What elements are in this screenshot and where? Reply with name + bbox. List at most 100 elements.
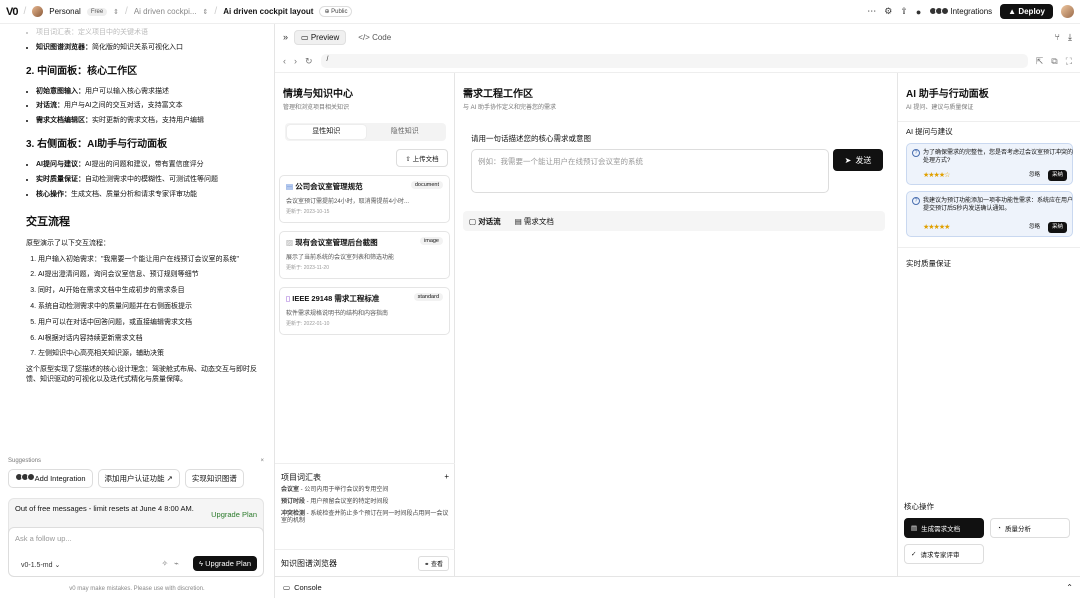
gear-icon[interactable]: ⚙ xyxy=(884,6,892,17)
plus-icon[interactable]: + xyxy=(444,472,449,483)
close-icon[interactable]: × xyxy=(260,458,264,464)
list-item: 实时质量保证：自动检测需求中的模糊性、可测试性等问题 xyxy=(36,175,266,185)
refresh-icon[interactable]: ↻ xyxy=(305,56,313,67)
integrations-label: Integrations xyxy=(950,7,993,16)
v0-logo[interactable]: V0 xyxy=(6,6,19,18)
panel-subtitle: 管理和浏览项目相关知识 xyxy=(283,105,350,111)
integrations-button[interactable]: Integrations xyxy=(929,6,993,17)
deploy-label: Deploy xyxy=(1018,7,1045,16)
paperclip-icon[interactable]: ⌁ xyxy=(174,559,179,568)
tab-doc[interactable]: ▤ 需求文档 xyxy=(515,216,554,227)
suggestion-chip[interactable]: Add Integration xyxy=(8,469,93,488)
download-icon[interactable]: ⤓ xyxy=(1068,32,1072,43)
expand-icon[interactable]: ⌃ xyxy=(1066,583,1073,592)
ai-assistant-panel: AI 助手与行动面板 AI 提问、建议与质量保证 AI 提问与建议 ? 为了确保… xyxy=(898,73,1080,577)
tab-implicit[interactable]: 隐性知识 xyxy=(366,125,445,139)
panel-subtitle: AI 提问、建议与质量保证 xyxy=(906,105,974,111)
url-bar[interactable]: / xyxy=(320,54,1028,68)
collapse-icon[interactable]: » xyxy=(283,32,288,42)
sparkle-icon[interactable]: ✧ xyxy=(161,559,168,568)
list-item: AI提出澄清问题，询问会议室信息、预订规则等细节 xyxy=(38,270,266,280)
card-desc: 展示了当前系统的会议室列表和筛选功能 xyxy=(286,255,395,261)
panel-title: 需求工程工作区 xyxy=(463,89,533,100)
confidence-stars: ★★★★☆ xyxy=(923,171,950,179)
upgrade-button[interactable]: ϟ Upgrade Plan xyxy=(193,556,257,571)
panel-title: AI 助手与行动面板 xyxy=(906,89,989,100)
fullscreen-icon[interactable]: ⛶ xyxy=(1066,56,1072,67)
requirement-input[interactable]: 例如：我需要一个能让用户在线预订会议室的系统 xyxy=(471,149,829,193)
composer[interactable]: Ask a follow up... v0-1.5-md ⌄ ✧ ⌁ ϟ Upgr… xyxy=(8,527,264,577)
suggestion-card: ? 我建议为预订功能添加一项非功能性需求：系统应在用户提交预订后5秒内发送确认通… xyxy=(906,191,1073,237)
model-selector[interactable]: v0-1.5-md ⌄ xyxy=(21,561,60,569)
visibility-badge[interactable]: ⊕ Public xyxy=(319,6,353,17)
knowledge-card[interactable]: ▤ 公司会议室管理规范 document 会议室预订需提前24小时，取消需提前4… xyxy=(279,175,450,223)
project-name[interactable]: Ai driven cockpi... xyxy=(134,7,197,16)
ignore-button[interactable]: 忽略 xyxy=(1029,224,1040,231)
knowledge-card[interactable]: ▯ IEEE 29148 需求工程标准 standard 软件需求规格说明书的结… xyxy=(279,287,450,335)
newtab-icon[interactable]: ⧉ xyxy=(1051,56,1057,67)
adopt-button[interactable]: 采纳 xyxy=(1047,221,1067,233)
workspace: 需求工程工作区 与 AI 助手协作定义和完善您的需求 请用一句话描述您的核心需求… xyxy=(455,73,898,577)
suggestion-text: 为了确保需求的完整性，您是否考虑过会议室预订冲突的处理方式? xyxy=(923,150,1074,165)
section-title: 实时质量保证 xyxy=(906,259,951,268)
back-icon[interactable]: ‹ xyxy=(283,56,286,66)
check-circle-icon: ✓ xyxy=(911,551,917,558)
card-tag: document xyxy=(410,181,443,189)
chevron-updown-icon[interactable]: ⇕ xyxy=(113,8,119,16)
summary-text: 这个原型实现了您描述的核心设计理念：驾驶舱式布局、动态交互与即时反馈、知识驱动的… xyxy=(26,366,257,383)
expert-review-button[interactable]: ✓ 请求专家评审 xyxy=(904,544,984,564)
console-bar[interactable]: ▭ Console ⌃ xyxy=(275,576,1080,598)
share-icon[interactable]: ⇪ xyxy=(900,6,908,17)
glossary-title: 项目词汇表 xyxy=(281,473,321,482)
analysis-icon: ◔ xyxy=(997,524,1001,532)
section-heading: 2. 中间面板：核心工作区 xyxy=(26,65,138,77)
disclaimer: v0 may make mistakes. Please use with di… xyxy=(69,586,205,592)
card-tag: image xyxy=(420,237,443,245)
chat-icon: ▢ xyxy=(469,216,477,226)
suggestion-chip[interactable]: 实现知识图谱 xyxy=(184,469,244,488)
card-tag: standard xyxy=(413,293,443,301)
tab-explicit[interactable]: 显性知识 xyxy=(287,125,366,139)
ignore-button[interactable]: 忽略 xyxy=(1029,172,1040,179)
panel-title: 情境与知识中心 xyxy=(283,89,353,100)
fork-icon[interactable]: ⑂ xyxy=(1055,32,1060,43)
knowledge-center: 情境与知识中心 管理和浏览项目相关知识 显性知识 隐性知识 ⇧ 上传文档 ▤ 公… xyxy=(275,73,455,577)
send-button[interactable]: ➤ 发送 xyxy=(833,149,883,171)
preview-panel: » ▭ Preview </> Code ⑂ ⤓ ‹ › ↻ / ⇱ ⧉ ⛶ 情境… xyxy=(274,24,1080,598)
graph-icon: ⚭ xyxy=(424,562,430,568)
composer-input[interactable]: Ask a follow up... xyxy=(15,534,257,543)
chat-message: 项目词汇表：定义项目中的关键术语 知识图谱浏览器：简化版的知识关系可视化入口 2… xyxy=(26,28,266,391)
view-graph-button[interactable]: ⚭ 查看 xyxy=(418,556,449,571)
more-icon[interactable]: ⋯ xyxy=(867,6,876,17)
list-item: AI根据对话内容持续更新需求文档 xyxy=(38,334,266,344)
knowledge-card[interactable]: ▨ 现有会议室管理后台截图 image 展示了当前系统的会议室列表和筛选功能 更… xyxy=(279,231,450,279)
suggestion-chip[interactable]: 添加用户认证功能 ↗ xyxy=(97,469,180,488)
triangle-icon: ▲ xyxy=(1008,7,1017,16)
forward-icon[interactable]: › xyxy=(294,56,297,66)
card-updated: 更新于: 2023-10-15 xyxy=(286,209,330,215)
workspace-avatar xyxy=(32,6,44,17)
upgrade-link[interactable]: Upgrade Plan xyxy=(211,510,257,519)
panel-subtitle: 与 AI 助手协作定义和完善您的需求 xyxy=(463,105,557,111)
adopt-button[interactable]: 采纳 xyxy=(1047,169,1067,181)
kg-title: 知识图谱浏览器 xyxy=(281,559,337,568)
deploy-button[interactable]: ▲ Deploy xyxy=(1000,4,1053,19)
code-icon: </> xyxy=(358,32,370,42)
page-title[interactable]: Ai driven cockpit layout xyxy=(223,7,313,16)
knowledge-graph-section: 知识图谱浏览器 ⚭ 查看 xyxy=(275,549,455,577)
upload-button[interactable]: ⇧ 上传文档 xyxy=(396,149,448,167)
list-item: 同时，AI开始在需求文档中生成初步的需求条目 xyxy=(38,286,266,296)
chevron-updown-icon[interactable]: ⇕ xyxy=(203,8,209,16)
user-avatar[interactable] xyxy=(1061,5,1074,18)
tab-preview[interactable]: ▭ Preview xyxy=(294,29,347,45)
section-title: 核心操作 xyxy=(904,502,934,511)
list-item: 初始意图输入：用户可以输入核心需求描述 xyxy=(36,87,266,97)
quality-analysis-button[interactable]: ◔ 质量分析 xyxy=(990,518,1070,538)
tab-code[interactable]: </> Code xyxy=(352,31,397,44)
tab-dialog[interactable]: ▢ 对话流 xyxy=(469,216,501,227)
workspace-name[interactable]: Personal xyxy=(49,7,81,16)
inspect-icon[interactable]: ⇱ xyxy=(1036,56,1044,67)
github-icon[interactable]: ● xyxy=(916,7,921,17)
doc-icon: ▤ xyxy=(286,182,294,191)
generate-doc-button[interactable]: ▤ 生成需求文档 xyxy=(904,518,984,538)
